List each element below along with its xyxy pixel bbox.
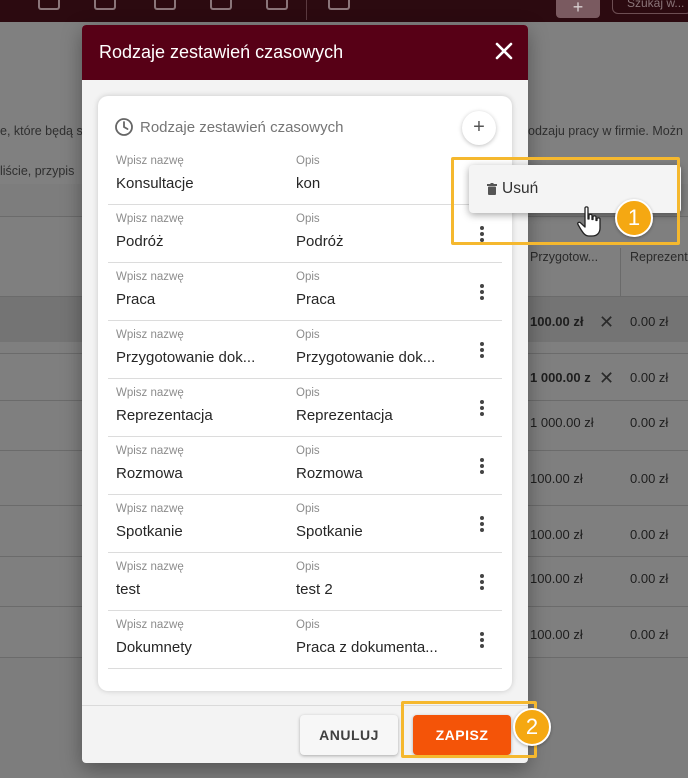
list-item: Wpisz nazwę Spotkanie Opis Spotkanie: [108, 495, 502, 553]
description-field[interactable]: Praca: [296, 291, 446, 308]
name-label: Wpisz nazwę: [116, 155, 184, 167]
more-vert-icon[interactable]: [473, 340, 491, 362]
name-label: Wpisz nazwę: [116, 271, 184, 283]
table-cell: 0.00 zł: [630, 471, 669, 486]
name-label: Wpisz nazwę: [116, 503, 184, 515]
name-label: Wpisz nazwę: [116, 445, 184, 457]
description-field[interactable]: test 2: [296, 581, 446, 598]
description-label: Opis: [296, 155, 320, 167]
table-cell: 100.00 zł: [530, 471, 583, 486]
list-item: Wpisz nazwę test Opis test 2: [108, 553, 502, 611]
name-label: Wpisz nazwę: [116, 387, 184, 399]
info-text: liście, przypis: [0, 164, 75, 178]
table-cell: 0.00 zł: [630, 314, 669, 329]
more-vert-icon[interactable]: [473, 572, 491, 594]
name-field[interactable]: Praca: [116, 291, 266, 308]
remove-icon[interactable]: ✕: [599, 312, 614, 333]
table-cell: 0.00 zł: [630, 627, 669, 642]
description-field[interactable]: kon: [296, 175, 446, 192]
name-field[interactable]: Spotkanie: [116, 523, 266, 540]
toolbar-divider: [306, 0, 307, 20]
callout-badge: 1: [615, 199, 653, 237]
name-label: Wpisz nazwę: [116, 213, 184, 225]
table-cell: 0.00 zł: [630, 370, 669, 385]
list-item: Wpisz nazwę Konsultacje Opis kon: [108, 147, 502, 205]
toolbar-icon[interactable]: [328, 0, 350, 10]
time-report-types-dialog: Rodzaje zestawień czasowych Rodzaje zest…: [82, 25, 528, 763]
more-vert-icon[interactable]: [473, 282, 491, 304]
table-cell: 100.00 zł: [530, 527, 583, 542]
remove-icon[interactable]: ✕: [599, 368, 614, 389]
toolbar-icon[interactable]: [266, 0, 288, 10]
name-label: Wpisz nazwę: [116, 561, 184, 573]
callout-badge: 2: [513, 708, 551, 746]
add-button[interactable]: +: [556, 0, 600, 18]
description-label: Opis: [296, 619, 320, 631]
column-divider: [620, 248, 621, 296]
table-cell: 100.00 zł: [530, 314, 584, 329]
table-cell: 100.00 zł: [530, 571, 583, 586]
search-input[interactable]: Szukaj w...: [612, 0, 688, 14]
name-field[interactable]: test: [116, 581, 266, 598]
toolbar-icon[interactable]: [154, 0, 176, 10]
top-toolbar: + Szukaj w...: [0, 0, 688, 22]
dialog-title: Rodzaje zestawień czasowych: [99, 42, 344, 62]
info-text: e, które będą s: [0, 124, 83, 138]
more-vert-icon[interactable]: [473, 398, 491, 420]
description-label: Opis: [296, 213, 320, 225]
name-label: Wpisz nazwę: [116, 619, 184, 631]
name-label: Wpisz nazwę: [116, 329, 184, 341]
column-header[interactable]: Reprezent: [630, 250, 688, 264]
description-field[interactable]: Praca z dokumenta...: [296, 639, 446, 656]
list-item: Wpisz nazwę Podróż Opis Podróż: [108, 205, 502, 263]
close-icon[interactable]: [490, 37, 518, 65]
name-field[interactable]: Przygotowanie dok...: [116, 349, 266, 366]
table-cell: 100.00 zł: [530, 627, 583, 642]
description-label: Opis: [296, 271, 320, 283]
description-field[interactable]: Rozmowa: [296, 465, 446, 482]
table-cell: 1 000.00 zł: [530, 415, 594, 430]
list-item: Wpisz nazwę Przygotowanie dok... Opis Pr…: [108, 321, 502, 379]
name-field[interactable]: Dokumnety: [116, 639, 266, 656]
description-field[interactable]: Reprezentacja: [296, 407, 446, 424]
list-item: Wpisz nazwę Reprezentacja Opis Reprezent…: [108, 379, 502, 437]
name-field[interactable]: Podróż: [116, 233, 266, 250]
table-cell: 0.00 zł: [630, 571, 669, 586]
description-label: Opis: [296, 387, 320, 399]
info-text: odzaju pracy w firmie. Możn: [528, 124, 683, 138]
description-label: Opis: [296, 445, 320, 457]
dialog-header: Rodzaje zestawień czasowych: [82, 25, 528, 80]
name-field[interactable]: Rozmowa: [116, 465, 266, 482]
description-field[interactable]: Spotkanie: [296, 523, 446, 540]
description-label: Opis: [296, 329, 320, 341]
name-field[interactable]: Reprezentacja: [116, 407, 266, 424]
list-item: Wpisz nazwę Praca Opis Praca: [108, 263, 502, 321]
card-title: Rodzaje zestawień czasowych: [140, 119, 344, 136]
description-field[interactable]: Przygotowanie dok...: [296, 349, 446, 366]
column-header[interactable]: Przygotow...: [530, 250, 598, 264]
name-field[interactable]: Konsultacje: [116, 175, 266, 192]
table-cell: 0.00 zł: [630, 527, 669, 542]
add-type-button[interactable]: +: [462, 111, 496, 145]
more-vert-icon[interactable]: [473, 514, 491, 536]
list-item: Wpisz nazwę Rozmowa Opis Rozmowa: [108, 437, 502, 495]
table-cell: 1 000.00 z: [530, 370, 591, 385]
hand-cursor-icon: [577, 206, 601, 237]
description-label: Opis: [296, 503, 320, 515]
types-card: Rodzaje zestawień czasowych + Wpisz nazw…: [98, 96, 512, 691]
toolbar-icon[interactable]: [94, 0, 116, 10]
table-cell: 0.00 zł: [630, 415, 669, 430]
more-vert-icon[interactable]: [473, 456, 491, 478]
cancel-button[interactable]: ANULUJ: [300, 715, 398, 755]
list-item: Wpisz nazwę Dokumnety Opis Praca z dokum…: [108, 611, 502, 669]
more-vert-icon[interactable]: [473, 630, 491, 652]
clock-icon: [115, 118, 133, 136]
description-label: Opis: [296, 561, 320, 573]
toolbar-icon[interactable]: [38, 0, 60, 10]
toolbar-icon[interactable]: [210, 0, 232, 10]
description-field[interactable]: Podróż: [296, 233, 446, 250]
